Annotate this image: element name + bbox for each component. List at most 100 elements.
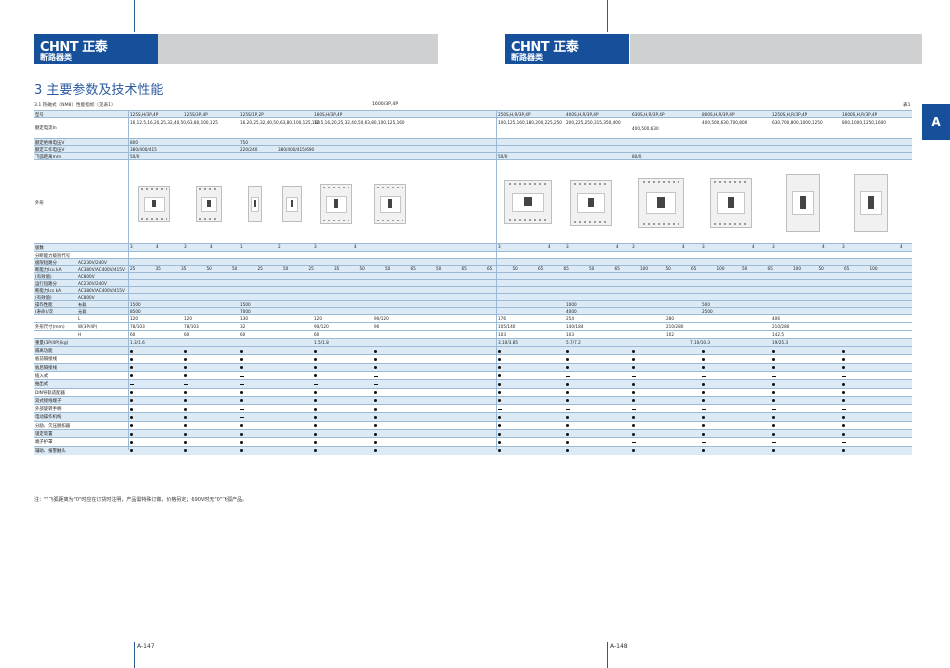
pole-value: 4 (354, 244, 357, 249)
available-mark (130, 391, 133, 394)
breaker-image-7 (504, 180, 552, 224)
page-number-right: A-148 (610, 643, 628, 650)
label-dim-l: L (78, 316, 81, 321)
breaker-image-11 (786, 174, 820, 232)
label-rated-current: 额定电流In (35, 126, 57, 131)
available-mark (566, 424, 569, 428)
breaking-value: 50 (589, 266, 595, 271)
available-mark (240, 349, 243, 353)
available-mark (702, 399, 705, 403)
pole-value: 3 (498, 244, 501, 249)
row-appearance: 外形 (34, 159, 912, 244)
available-mark (314, 374, 317, 378)
current-7: 400,500,630,700,800 (702, 120, 748, 125)
header-band-right (630, 34, 922, 64)
available-mark (772, 424, 775, 428)
section-tab-a[interactable]: A (922, 104, 950, 140)
available-mark (498, 357, 501, 361)
not-available-mark (240, 375, 244, 377)
page-line-right (607, 642, 608, 668)
dim-l-9: 406 (772, 316, 780, 321)
not-available-mark (566, 375, 570, 377)
available-mark (374, 415, 377, 419)
available-mark (842, 382, 845, 386)
available-mark (498, 366, 501, 370)
pole-value: 2 (278, 244, 281, 249)
available-mark (314, 391, 317, 394)
available-mark (632, 357, 635, 361)
page-line-left (134, 642, 135, 668)
available-mark (374, 424, 377, 428)
not-available-mark (702, 409, 706, 411)
breaking-value: 35 (334, 266, 340, 271)
dim-w-5: 90 (374, 324, 380, 329)
available-mark (566, 415, 569, 419)
weight-4: 5.7/7.2 (566, 340, 581, 345)
breaking-value: 65 (410, 266, 416, 271)
breaking-value: 50 (232, 266, 238, 271)
available-mark (566, 432, 569, 436)
brand-subtitle: 断路器类 (40, 53, 72, 62)
breaking-value: 50 (665, 266, 671, 271)
pole-value: 4 (682, 244, 685, 249)
breaking-value: 25 (257, 266, 263, 271)
breaking-value: 25 (308, 266, 314, 271)
available-mark (240, 391, 243, 394)
accessory-label: 锁定装置 (35, 432, 53, 437)
dim-w-8: 210/280 (666, 324, 684, 329)
available-mark (184, 349, 187, 353)
available-mark (772, 366, 775, 370)
available-mark (498, 415, 501, 419)
brand-block-left: CHNT 正泰 断路器类 (34, 34, 158, 64)
available-mark (240, 357, 243, 361)
breaking-value: 65 (487, 266, 493, 271)
available-mark (374, 407, 377, 411)
available-mark (130, 432, 133, 436)
weight-2: 1.5/1.8 (314, 340, 329, 345)
available-mark (632, 349, 635, 353)
available-mark (842, 449, 845, 453)
breaker-image-1 (138, 186, 170, 222)
available-mark (632, 391, 635, 394)
available-mark (566, 399, 569, 403)
breaker-image-6 (374, 184, 406, 224)
available-mark (498, 382, 501, 386)
available-mark (130, 415, 133, 419)
available-mark (314, 424, 317, 428)
breaking-value: 100 (716, 266, 725, 271)
available-mark (498, 349, 501, 353)
available-mark (702, 432, 705, 436)
dim-h-7: 102 (666, 332, 674, 337)
table-ref-text: 1600/3P,4P (372, 102, 399, 107)
pole-value: 3 (314, 244, 317, 249)
dim-l-8: 280 (666, 316, 674, 321)
brand-block-right: CHNT 正泰 断路器类 (505, 34, 629, 64)
breaker-image-2 (196, 186, 222, 222)
pole-value: 4 (156, 244, 159, 249)
available-mark (184, 432, 187, 436)
dim-l-3: 130 (240, 316, 248, 321)
available-mark (566, 357, 569, 361)
available-mark (184, 366, 187, 370)
dim-l-5: 90/120 (374, 316, 389, 321)
available-mark (130, 407, 133, 411)
label-dim-h: H (78, 332, 82, 337)
breaking-value: 50 (742, 266, 748, 271)
breaker-image-12 (854, 174, 888, 232)
available-mark (632, 415, 635, 419)
page-number-left: A-147 (137, 643, 155, 650)
footnote: 注：""飞弧距离为"0"时应在订货时注明，产品需特殊订做，价格另定；690V时无… (34, 497, 248, 503)
col-divider (496, 110, 497, 450)
available-mark (702, 382, 705, 386)
available-mark (314, 449, 317, 453)
available-mark (374, 357, 377, 361)
available-mark (772, 432, 775, 436)
weight-5: 7.10/10.3 (690, 340, 711, 345)
available-mark (184, 399, 187, 403)
available-mark (702, 391, 705, 394)
pole-value: 3 (632, 244, 635, 249)
available-mark (240, 366, 243, 370)
dim-h-5: 103 (498, 332, 506, 337)
dim-l-4: 120 (314, 316, 322, 321)
breaking-value: 50 (512, 266, 518, 271)
